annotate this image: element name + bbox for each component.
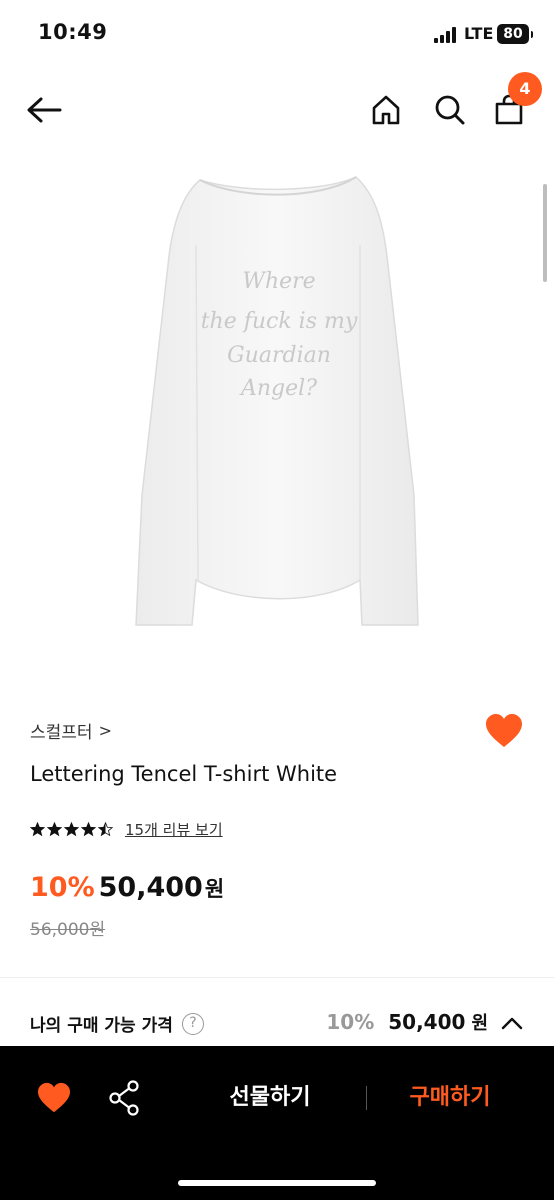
network-label: LTE (464, 24, 494, 43)
star-icon (64, 822, 79, 837)
battery-icon: 80 (497, 24, 533, 44)
discount-rate: 10% (30, 872, 95, 903)
status-time: 10:49 (38, 20, 108, 44)
heart-icon (38, 1082, 70, 1113)
currency-label: 원 (204, 877, 225, 901)
star-icon (98, 822, 113, 837)
heart-icon (486, 714, 522, 747)
search-icon (435, 95, 465, 125)
my-purchase-discount: 10% (326, 1010, 375, 1034)
gift-button[interactable]: 선물하기 (200, 1076, 340, 1120)
original-price: 56,000원 (30, 920, 106, 940)
home-icon (372, 95, 400, 125)
wishlist-button[interactable] (484, 713, 524, 751)
status-bar: 10:49 LTE 80 (0, 0, 554, 70)
scrollbar[interactable] (543, 184, 547, 282)
svg-text:Angel?: Angel? (239, 376, 317, 401)
rating-row: 15개 리뷰 보기 (30, 819, 223, 840)
star-rating (30, 822, 113, 837)
help-icon[interactable]: ? (182, 1013, 204, 1035)
top-nav: 4 (0, 70, 554, 150)
my-purchase-amount: 50,400 (388, 1010, 466, 1034)
home-indicator (178, 1180, 376, 1186)
brand-name: 스컬프터 (30, 723, 93, 743)
bottom-action-bar: 선물하기 구매하기 (0, 1046, 554, 1200)
tshirt-image: Where the fuck is my Guardian Angel? (135, 176, 419, 626)
button-separator (366, 1086, 367, 1110)
my-purchase-price-row[interactable]: 나의 구매 가능 가격 ? 10% 50,400 원 (30, 1003, 524, 1043)
cart-count-badge: 4 (508, 72, 542, 106)
sale-price: 50,400 (98, 872, 203, 903)
svg-text:the fuck is my: the fuck is my (201, 309, 358, 334)
review-link[interactable]: 15개 리뷰 보기 (125, 819, 223, 840)
brand-link[interactable]: 스컬프터 > (30, 718, 112, 743)
star-icon (30, 822, 45, 837)
star-icon (47, 822, 62, 837)
product-title: Lettering Tencel T-shirt White (30, 762, 338, 786)
svg-text:Guardian: Guardian (227, 343, 331, 368)
back-button[interactable] (22, 88, 66, 132)
bottom-wishlist-button[interactable] (36, 1082, 72, 1114)
arrow-left-icon (27, 97, 62, 123)
signal-icon (434, 27, 458, 43)
buy-button[interactable]: 구매하기 (380, 1076, 520, 1120)
chevron-up-icon[interactable] (500, 1013, 524, 1033)
search-button[interactable] (428, 88, 472, 132)
product-detail-page: 10:49 LTE 80 4 Where the fuck is my Guar… (0, 0, 554, 1200)
share-button[interactable] (108, 1080, 140, 1116)
svg-text:Where: Where (242, 269, 315, 294)
price-row: 10% 50,400 원 (30, 872, 224, 903)
home-button[interactable] (364, 88, 408, 132)
my-purchase-currency: 원 (471, 1013, 488, 1034)
star-icon (81, 822, 96, 837)
divider (0, 977, 554, 978)
my-purchase-price: 10% 50,400 원 (326, 1009, 488, 1035)
product-image[interactable]: Where the fuck is my Guardian Angel? (0, 155, 554, 675)
my-purchase-label: 나의 구매 가능 가격 (30, 1016, 173, 1036)
chevron-right-icon: > (98, 721, 112, 740)
share-icon (109, 1080, 139, 1116)
